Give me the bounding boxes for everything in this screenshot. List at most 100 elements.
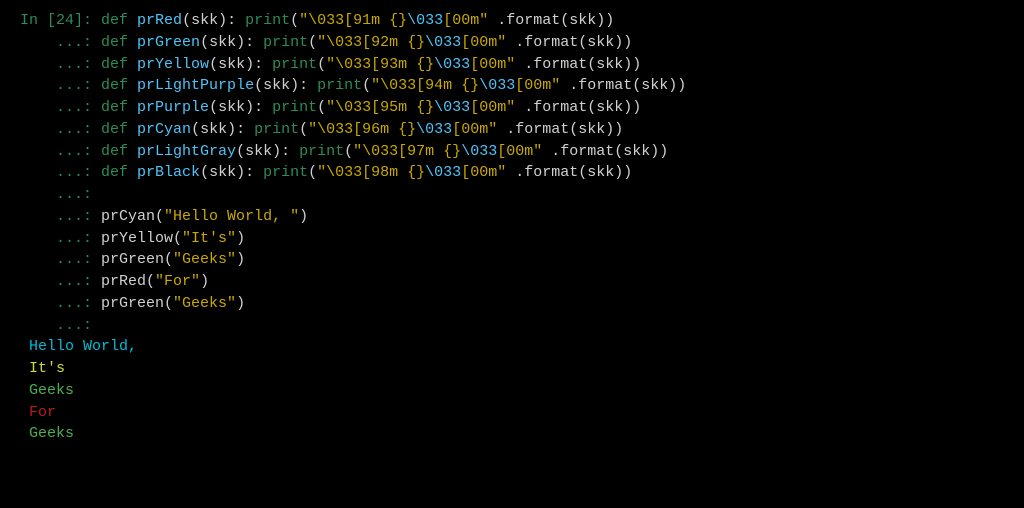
prompt-continuation: ...: [20, 317, 101, 334]
prompt-continuation: ...: [20, 273, 101, 290]
keyword-def: def [101, 164, 128, 181]
prompt-continuation: ...: [20, 251, 101, 268]
function-call: prCyan [101, 208, 155, 225]
string-literal: "Geeks" [173, 295, 236, 312]
string-literal: [00m" [443, 12, 488, 29]
function-call: prGreen [101, 295, 164, 312]
parameter: skk [209, 34, 236, 51]
code-line-def-prCyan: ...: def prCyan(skk): print("\033[96m {}… [20, 119, 1004, 141]
escape-sequence: \033 [425, 34, 461, 51]
prompt-continuation: ...: [20, 143, 101, 160]
function-name: prCyan [137, 121, 191, 138]
code-line-def-prYellow: ...: def prYellow(skk): print("\033[93m … [20, 54, 1004, 76]
string-literal: [00m" [452, 121, 497, 138]
keyword-def: def [101, 56, 128, 73]
keyword-def: def [101, 121, 128, 138]
function-call: prGreen [101, 251, 164, 268]
builtin-print: print [245, 12, 290, 29]
output-line: Geeks [20, 423, 1004, 445]
builtin-print: print [272, 99, 317, 116]
string-literal: "\033[96m {} [308, 121, 416, 138]
output-text: Geeks [20, 382, 74, 399]
code-line-def-prBlack: ...: def prBlack(skk): print("\033[98m {… [20, 162, 1004, 184]
format-call: .format(skk)) [515, 56, 641, 73]
function-name: prLightGray [137, 143, 236, 160]
builtin-print: print [299, 143, 344, 160]
string-literal: "Hello World, " [164, 208, 299, 225]
keyword-def: def [101, 143, 128, 160]
escape-sequence: \033 [461, 143, 497, 160]
output-line: Hello World, [20, 336, 1004, 358]
code-line-call-prCyan: ...: prCyan("Hello World, ") [20, 206, 1004, 228]
prompt-continuation: ...: [20, 164, 101, 181]
string-literal: "\033[98m {} [317, 164, 425, 181]
builtin-print: print [263, 34, 308, 51]
output-text: Hello World, [20, 338, 146, 355]
code-line-call-prGreen: ...: prGreen("Geeks") [20, 249, 1004, 271]
code-line-call-prRed: ...: prRed("For") [20, 271, 1004, 293]
output-text: For [20, 404, 56, 421]
escape-sequence: \033 [434, 56, 470, 73]
output-line: Geeks [20, 380, 1004, 402]
code-line-call-prYellow: ...: prYellow("It's") [20, 228, 1004, 250]
keyword-def: def [101, 99, 128, 116]
parameter: skk [209, 164, 236, 181]
format-call: .format(skk)) [506, 34, 632, 51]
string-literal: [00m" [515, 77, 560, 94]
builtin-print: print [317, 77, 362, 94]
string-literal: [00m" [470, 56, 515, 73]
parameter: skk [191, 12, 218, 29]
string-literal: "\033[94m {} [371, 77, 479, 94]
code-line-def-prLightGray: ...: def prLightGray(skk): print("\033[9… [20, 141, 1004, 163]
string-literal: [00m" [461, 164, 506, 181]
format-call: .format(skk)) [488, 12, 614, 29]
function-call: prYellow [101, 230, 173, 247]
ipython-terminal[interactable]: In [24]: def prRed(skk): print("\033[91m… [20, 10, 1004, 445]
function-name: prPurple [137, 99, 209, 116]
builtin-print: print [272, 56, 317, 73]
output-line: It's [20, 358, 1004, 380]
string-literal: "\033[91m {} [299, 12, 407, 29]
builtin-print: print [254, 121, 299, 138]
escape-sequence: \033 [407, 12, 443, 29]
output-text: Geeks [20, 425, 74, 442]
keyword-def: def [101, 12, 128, 29]
string-literal: [00m" [497, 143, 542, 160]
prompt-continuation: ...: [20, 77, 101, 94]
code-line-blank: ...: [20, 184, 1004, 206]
prompt-primary: In [24]: [20, 12, 101, 29]
format-call: .format(skk)) [560, 77, 686, 94]
prompt-continuation: ...: [20, 295, 101, 312]
keyword-def: def [101, 34, 128, 51]
prompt-continuation: ...: [20, 208, 101, 225]
string-literal: "\033[95m {} [326, 99, 434, 116]
prompt-continuation: ...: [20, 99, 101, 116]
string-literal: "For" [155, 273, 200, 290]
string-literal: [00m" [461, 34, 506, 51]
format-call: .format(skk)) [542, 143, 668, 160]
string-literal: "It's" [182, 230, 236, 247]
parameter: skk [263, 77, 290, 94]
keyword-def: def [101, 77, 128, 94]
code-line-def-prRed: In [24]: def prRed(skk): print("\033[91m… [20, 10, 1004, 32]
string-literal: "\033[92m {} [317, 34, 425, 51]
function-name: prRed [137, 12, 182, 29]
output-line: For [20, 402, 1004, 424]
escape-sequence: \033 [425, 164, 461, 181]
code-line-call-prGreen: ...: prGreen("Geeks") [20, 293, 1004, 315]
string-literal: "\033[97m {} [353, 143, 461, 160]
string-literal: [00m" [470, 99, 515, 116]
format-call: .format(skk)) [515, 99, 641, 116]
string-literal: "\033[93m {} [326, 56, 434, 73]
prompt-continuation: ...: [20, 186, 101, 203]
prompt-continuation: ...: [20, 230, 101, 247]
output-text: It's [20, 360, 65, 377]
escape-sequence: \033 [434, 99, 470, 116]
format-call: .format(skk)) [497, 121, 623, 138]
function-name: prGreen [137, 34, 200, 51]
escape-sequence: \033 [479, 77, 515, 94]
function-name: prLightPurple [137, 77, 254, 94]
parameter: skk [245, 143, 272, 160]
builtin-print: print [263, 164, 308, 181]
parameter: skk [218, 56, 245, 73]
